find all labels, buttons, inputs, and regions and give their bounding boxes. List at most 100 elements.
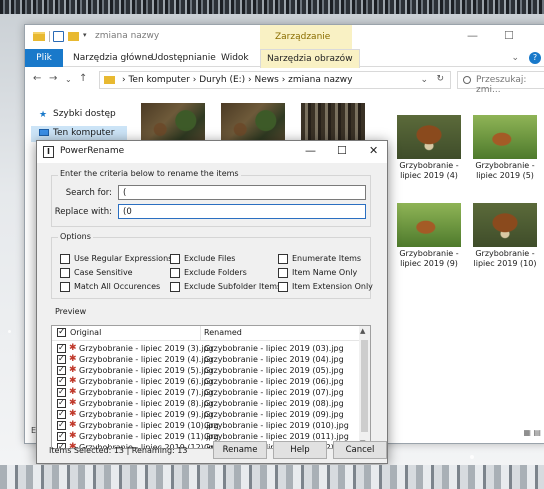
list-item[interactable]: ✱Grzybobranie - lipiec 2019 (10).jpgGrzy… (52, 420, 360, 431)
breadcrumb-item[interactable]: Duryh (E:) (199, 75, 245, 85)
renamed-name: Grzybobranie - lipiec 2019 (05).jpg (204, 366, 344, 375)
row-checkbox[interactable] (57, 431, 66, 441)
up-icon[interactable]: ↑ (79, 73, 87, 84)
properties-icon[interactable] (53, 31, 64, 42)
navigation-bar: ← → ⌄ ↑ › Ten komputer › Duryh (E:) › Ne… (25, 68, 544, 95)
image-file-icon: ✱ (69, 387, 77, 397)
folder-icon (104, 76, 115, 84)
replace-with-input[interactable]: (0 (118, 204, 366, 219)
refresh-icon[interactable]: ↻ (436, 74, 444, 84)
renamed-name: Grzybobranie - lipiec 2019 (03).jpg (204, 344, 344, 353)
thumbnail-caption: Grzybobranie - lipiec 2019 (5) (475, 161, 535, 180)
address-dropdown-icon[interactable]: ⌄ (420, 75, 428, 85)
tab-view[interactable]: Widok (221, 53, 249, 63)
list-item[interactable]: ✱Grzybobranie - lipiec 2019 (5).jpgGrzyb… (52, 365, 360, 376)
option-label: Exclude Folders (184, 268, 247, 277)
row-checkbox[interactable] (57, 420, 66, 430)
minimize-icon[interactable]: — (467, 29, 478, 42)
breadcrumb: › Ten komputer › Duryh (E:) › News › zmi… (122, 75, 353, 85)
checkbox[interactable] (170, 268, 180, 278)
list-item[interactable]: ✱Grzybobranie - lipiec 2019 (8).jpgGrzyb… (52, 398, 360, 409)
checkbox[interactable] (278, 282, 288, 292)
thumbnail-image (473, 203, 537, 247)
tab-image-tools[interactable]: Narzędzia obrazów (260, 49, 360, 68)
tab-share[interactable]: Udostępnianie (151, 53, 216, 63)
renamed-name: Grzybobranie - lipiec 2019 (010).jpg (204, 421, 349, 430)
list-item[interactable]: ✱Grzybobranie - lipiec 2019 (6).jpgGrzyb… (52, 376, 360, 387)
image-file-icon: ✱ (69, 431, 77, 441)
checkbox[interactable] (170, 282, 180, 292)
renamed-name: Grzybobranie - lipiec 2019 (09).jpg (204, 410, 344, 419)
help-button[interactable]: Help (273, 441, 327, 459)
checkbox[interactable] (170, 254, 180, 264)
ribbon-tabs: Plik Narzędzia główne Udostępnianie Wido… (25, 49, 544, 68)
minimize-icon[interactable]: — (305, 144, 316, 157)
thumbnail-image (397, 115, 461, 159)
checkbox[interactable] (60, 282, 70, 292)
dialog-titlebar: I PowerRename — ☐ ✕ (37, 141, 387, 163)
rename-button[interactable]: Rename (213, 441, 267, 459)
original-name: Grzybobranie - lipiec 2019 (9).jpg (79, 410, 214, 419)
context-tab-group: Zarządzanie (275, 32, 331, 42)
renamed-name: Grzybobranie - lipiec 2019 (011).jpg (204, 432, 349, 441)
checkbox[interactable] (60, 254, 70, 264)
option-label: Match All Occurences (74, 282, 161, 291)
column-header-renamed[interactable]: Renamed (204, 328, 242, 337)
forward-icon[interactable]: → (49, 73, 57, 84)
recent-dropdown-icon[interactable]: ⌄ (65, 75, 72, 84)
row-checkbox[interactable] (57, 343, 66, 353)
checkbox[interactable] (278, 254, 288, 264)
column-header-original[interactable]: Original (70, 328, 101, 337)
list-item[interactable]: ✱Grzybobranie - lipiec 2019 (9).jpgGrzyb… (52, 409, 360, 420)
breadcrumb-item[interactable]: Ten komputer (128, 75, 189, 85)
list-item[interactable]: ✱Grzybobranie - lipiec 2019 (3).jpgGrzyb… (52, 343, 360, 354)
column-divider[interactable] (200, 326, 201, 341)
tab-plik[interactable]: Plik (25, 49, 63, 67)
search-input[interactable]: Przeszukaj: zmi... (457, 71, 544, 95)
thumbnail-image (397, 203, 461, 247)
preview-list[interactable]: Original Renamed ✱Grzybobranie - lipiec … (51, 325, 371, 449)
preview-scrollbar[interactable]: ▲ ▼ (359, 326, 370, 448)
cancel-button[interactable]: Cancel (333, 441, 387, 459)
option-label: Exclude Subfolder Items (184, 282, 282, 291)
address-bar[interactable]: › Ten komputer › Duryh (E:) › News › zmi… (99, 71, 451, 89)
folder-icon (33, 32, 45, 41)
desktop-top-strip (0, 0, 544, 14)
scroll-thumb[interactable] (361, 340, 368, 432)
checkbox[interactable] (278, 268, 288, 278)
desktop-bottom-strip (0, 465, 544, 489)
original-name: Grzybobranie - lipiec 2019 (4).jpg (79, 355, 214, 364)
checkbox[interactable] (60, 268, 70, 278)
option-label: Case Sensitive (74, 268, 133, 277)
ribbon-expand-icon[interactable]: ⌄ (511, 53, 519, 63)
original-name: Grzybobranie - lipiec 2019 (6).jpg (79, 377, 214, 386)
search-for-input[interactable]: ( (118, 185, 366, 200)
view-toggle-icons[interactable]: ▦ ▤ (523, 428, 541, 437)
row-checkbox[interactable] (57, 376, 66, 386)
tab-home[interactable]: Narzędzia główne (73, 53, 153, 63)
new-folder-icon[interactable] (68, 32, 79, 41)
maximize-icon[interactable]: ☐ (337, 144, 347, 157)
row-checkbox[interactable] (57, 365, 66, 375)
close-icon[interactable]: ✕ (369, 144, 378, 157)
back-icon[interactable]: ← (33, 73, 41, 84)
maximize-icon[interactable]: ☐ (504, 29, 514, 42)
quick-access-dropdown-icon[interactable]: ▾ (83, 31, 87, 39)
row-checkbox[interactable] (57, 409, 66, 419)
breadcrumb-item[interactable]: News (255, 75, 279, 85)
row-checkbox[interactable] (57, 387, 66, 397)
list-item[interactable]: ✱Grzybobranie - lipiec 2019 (4).jpgGrzyb… (52, 354, 360, 365)
option-label: Enumerate Items (292, 254, 362, 263)
help-icon[interactable]: ? (529, 52, 541, 64)
list-item[interactable]: ✱Grzybobranie - lipiec 2019 (7).jpgGrzyb… (52, 387, 360, 398)
row-checkbox[interactable] (57, 398, 66, 408)
row-checkbox[interactable] (57, 354, 66, 364)
breadcrumb-item[interactable]: zmiana nazwy (288, 75, 352, 85)
select-all-checkbox[interactable] (57, 327, 66, 337)
image-file-icon: ✱ (69, 409, 77, 419)
thumbnail-caption: Grzybobranie - lipiec 2019 (4) (399, 161, 459, 180)
original-name: Grzybobranie - lipiec 2019 (8).jpg (79, 399, 214, 408)
original-name: Grzybobranie - lipiec 2019 (3).jpg (79, 344, 214, 353)
scroll-up-icon[interactable]: ▲ (360, 327, 365, 335)
preview-group-title: Preview (55, 307, 87, 316)
